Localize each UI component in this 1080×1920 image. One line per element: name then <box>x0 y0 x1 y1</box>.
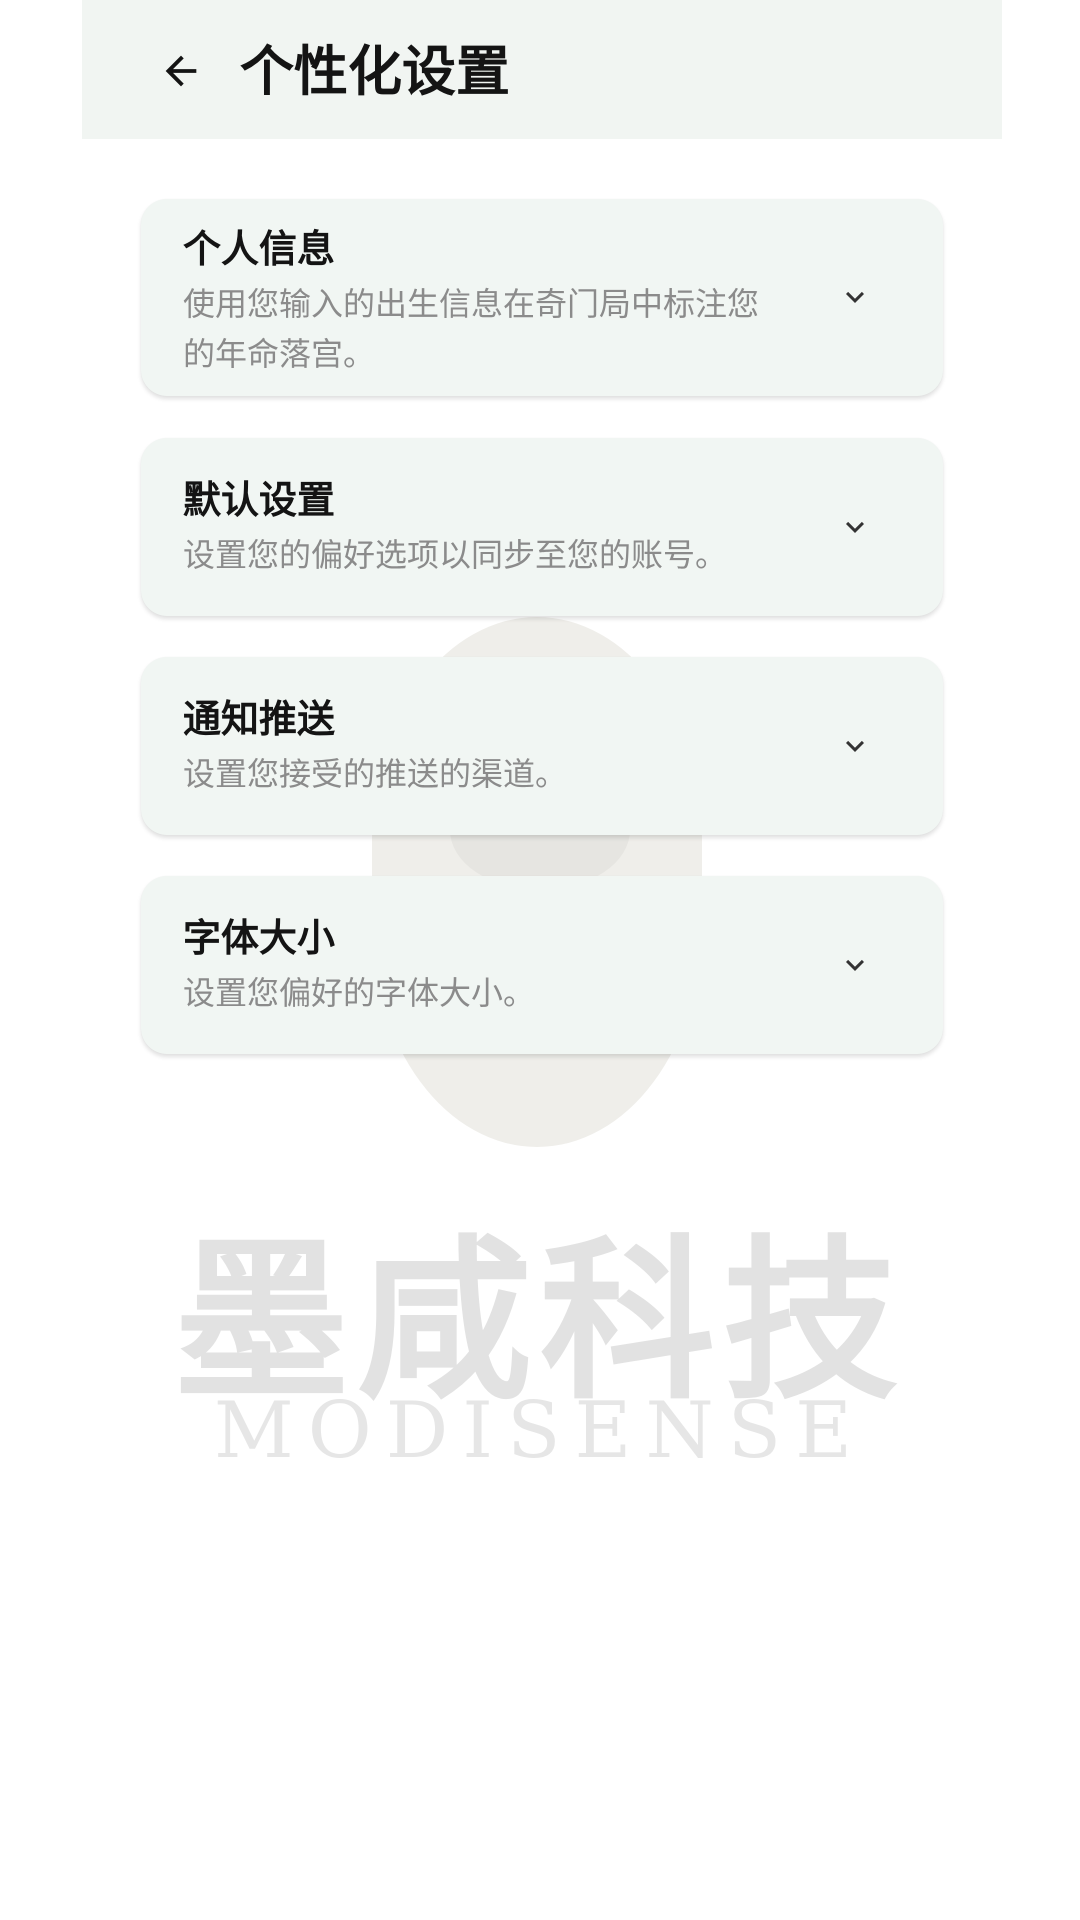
section-description: 使用您输入的出生信息在奇门局中标注您的年命落宫。 <box>183 285 760 373</box>
watermark-title: 墨咸科技 <box>174 1219 906 1424</box>
app-header <box>82 0 1002 139</box>
page-title: 个性化设置 <box>240 40 510 103</box>
section-notifications[interactable]: 通知推送 设置您接受的推送的渠道。 <box>141 657 943 835</box>
section-description: 设置您的偏好选项以同步至您的账号。 <box>183 536 728 574</box>
section-description: 设置您接受的推送的渠道。 <box>183 755 568 793</box>
section-title: 字体大小 <box>183 916 336 960</box>
chevron-down-icon[interactable] <box>837 947 873 983</box>
section-title: 通知推送 <box>183 697 336 741</box>
settings-page: 墨咸科技 MODISENSE 个性化设置 个人信息 使用您输入的出生信息在奇门局… <box>0 0 1080 1920</box>
section-title: 个人信息 <box>183 227 336 271</box>
chevron-down-icon[interactable] <box>837 509 873 545</box>
section-default-settings[interactable]: 默认设置 设置您的偏好选项以同步至您的账号。 <box>141 438 943 616</box>
section-description: 设置您偏好的字体大小。 <box>183 974 536 1012</box>
chevron-down-icon[interactable] <box>837 728 873 764</box>
section-font-size[interactable]: 字体大小 设置您偏好的字体大小。 <box>141 876 943 1054</box>
chevron-down-icon[interactable] <box>837 279 873 315</box>
section-title: 默认设置 <box>183 478 336 522</box>
arrow-left-icon <box>165 55 197 87</box>
watermark-subtitle: MODISENSE <box>213 1386 867 1476</box>
section-personal-info[interactable]: 个人信息 使用您输入的出生信息在奇门局中标注您的年命落宫。 <box>141 199 943 396</box>
back-button[interactable] <box>150 40 212 102</box>
